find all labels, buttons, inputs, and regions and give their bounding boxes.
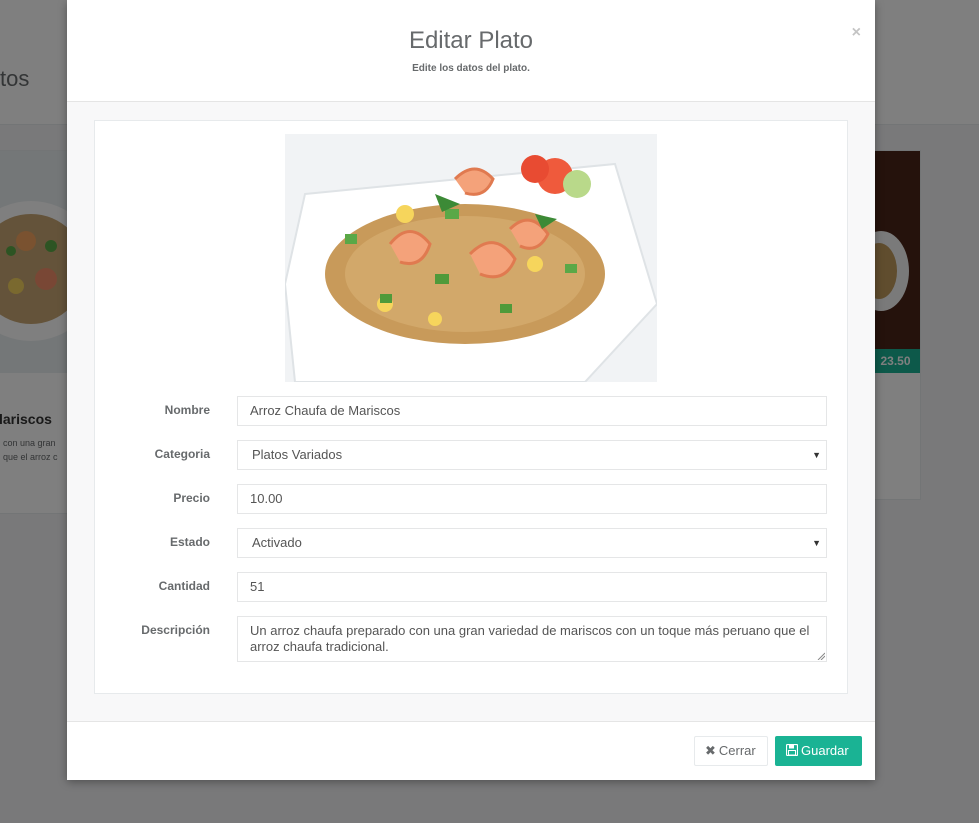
cantidad-label: Cantidad <box>158 579 210 593</box>
categoria-label: Categoria <box>154 447 210 461</box>
descripcion-textarea[interactable]: Un arroz chaufa preparado con una gran v… <box>237 616 827 662</box>
caret-down-icon: ▼ <box>812 538 821 548</box>
nombre-input[interactable]: Arroz Chaufa de Mariscos <box>237 396 827 426</box>
cantidad-input[interactable]: 51 <box>237 572 827 602</box>
modal-body: Nombre Arroz Chaufa de Mariscos Categori… <box>67 102 875 721</box>
categoria-select[interactable]: Platos Variados ▼ <box>237 440 827 470</box>
modal-subtitle: Edite los datos del plato. <box>412 63 530 74</box>
resize-handle-icon[interactable] <box>817 652 825 660</box>
estado-select[interactable]: Activado ▼ <box>237 528 827 558</box>
dish-image <box>285 134 657 382</box>
modal-footer: ✖ Cerrar Guardar <box>67 721 875 780</box>
close-icon[interactable]: × <box>852 24 861 42</box>
save-button-label: Guardar <box>801 743 849 758</box>
cancel-button-label: Cerrar <box>718 743 756 758</box>
caret-down-icon: ▼ <box>812 450 821 460</box>
categoria-selected-value: Platos Variados <box>252 447 343 462</box>
nombre-label: Nombre <box>164 403 210 417</box>
cancel-button[interactable]: ✖ Cerrar <box>694 736 768 766</box>
close-icon: ✖ <box>705 743 716 758</box>
form-panel: Nombre Arroz Chaufa de Mariscos Categori… <box>94 120 848 694</box>
floppy-disk-icon <box>785 743 799 757</box>
descripcion-label: Descripción <box>141 623 210 637</box>
precio-label: Precio <box>173 491 210 505</box>
edit-dish-modal: Editar Plato Edite los datos del plato. … <box>67 0 875 780</box>
precio-input[interactable]: 10.00 <box>237 484 827 514</box>
modal-title: Editar Plato <box>408 27 534 54</box>
estado-label: Estado <box>169 535 210 549</box>
modal-header: Editar Plato Edite los datos del plato. … <box>67 0 875 102</box>
dish-photo <box>285 134 657 382</box>
descripcion-text: Un arroz chaufa preparado con una gran v… <box>250 623 810 654</box>
estado-selected-value: Activado <box>252 535 302 550</box>
save-button[interactable]: Guardar <box>775 736 862 766</box>
